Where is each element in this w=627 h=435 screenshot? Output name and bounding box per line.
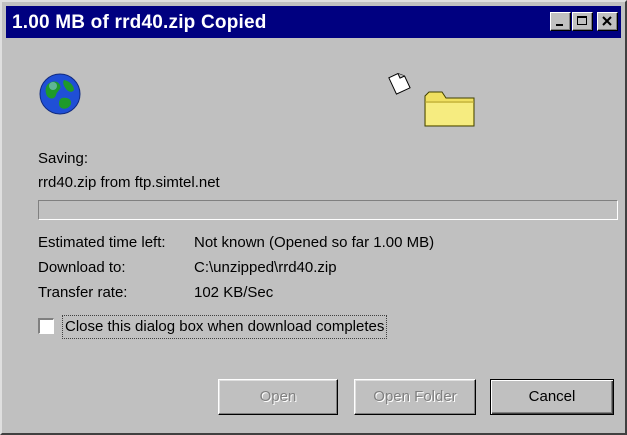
saving-detail: rrd40.zip from ftp.simtel.net (38, 174, 220, 191)
minimize-icon (556, 24, 563, 26)
close-button[interactable] (597, 12, 618, 31)
maximize-icon (577, 16, 587, 25)
download-dialog: 1.00 MB of rrd40.zip Copied Saving: rrd4… (0, 0, 627, 435)
close-when-done-checkbox[interactable] (38, 318, 54, 334)
globe-icon (39, 73, 81, 115)
download-to-label: Download to: (38, 259, 126, 276)
open-folder-button[interactable]: Open Folder (354, 379, 476, 415)
folder-icon (424, 91, 475, 127)
download-to-value: C:\unzipped\rrd40.zip (194, 259, 337, 276)
window-title: 1.00 MB of rrd40.zip Copied (12, 12, 267, 33)
time-left-label: Estimated time left: (38, 234, 166, 251)
title-bar[interactable]: 1.00 MB of rrd40.zip Copied (6, 6, 621, 38)
download-progress-bar (38, 200, 618, 220)
transfer-rate-value: 102 KB/Sec (194, 284, 274, 301)
transfer-rate-label: Transfer rate: (38, 284, 128, 301)
time-left-value: Not known (Opened so far 1.00 MB) (194, 234, 435, 251)
open-button[interactable]: Open (218, 379, 338, 415)
paper-icon (388, 73, 411, 95)
maximize-button[interactable] (572, 12, 593, 31)
close-icon (602, 16, 612, 26)
saving-label: Saving: (38, 150, 89, 167)
minimize-button[interactable] (550, 12, 571, 31)
cancel-button[interactable]: Cancel (490, 379, 614, 415)
close-when-done-label: Close this dialog box when download comp… (65, 318, 385, 335)
close-when-done-focus[interactable]: Close this dialog box when download comp… (62, 315, 388, 339)
